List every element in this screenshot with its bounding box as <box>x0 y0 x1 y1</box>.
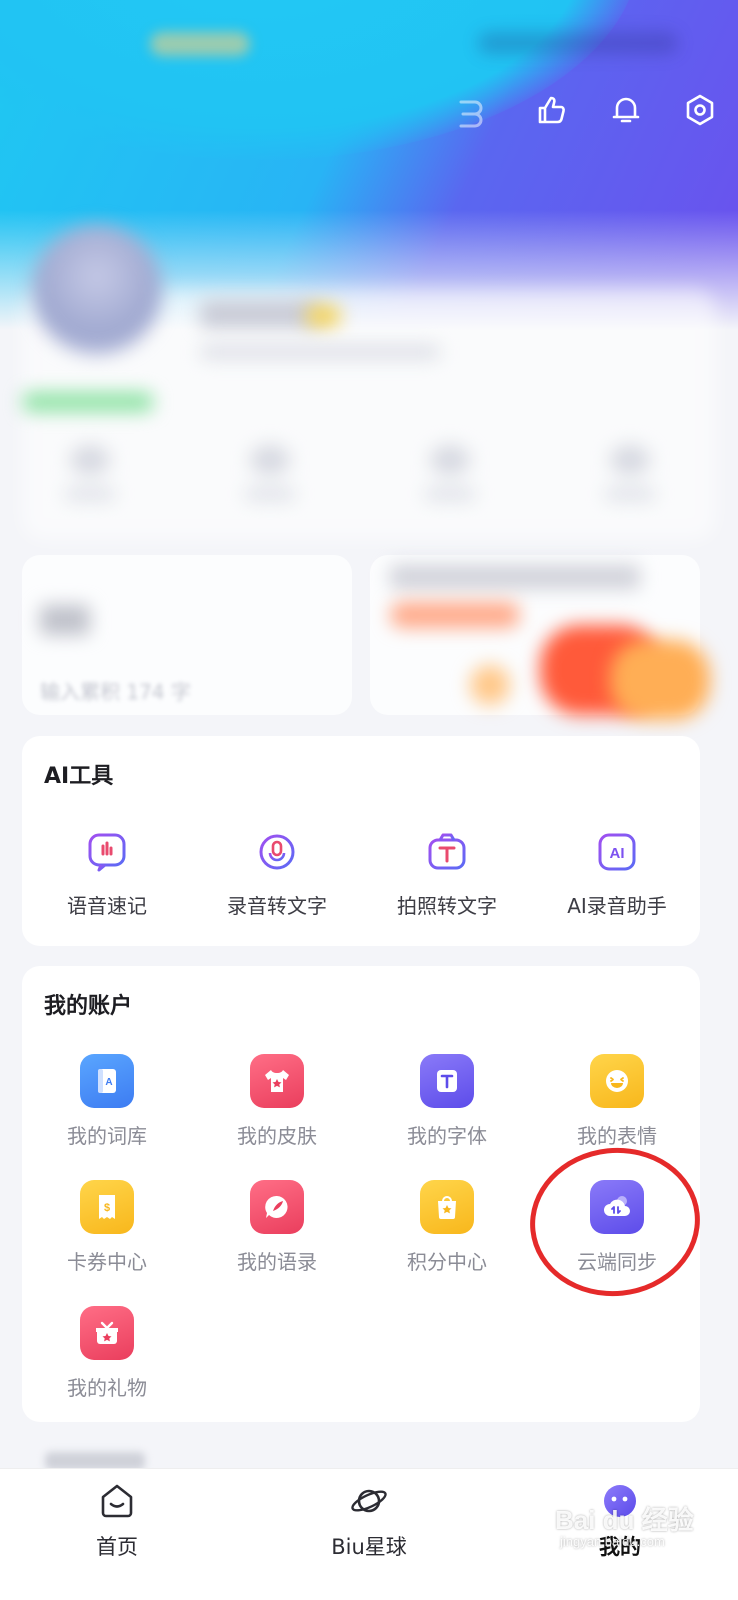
avatar[interactable] <box>32 225 162 355</box>
tool-ai-recording-assistant[interactable]: AI AI录音助手 <box>532 832 702 919</box>
svg-text:A: A <box>105 1077 112 1088</box>
settings-icon[interactable] <box>682 92 718 128</box>
ai-tools-card: AI工具 语音速记 录音转文字 拍照转文字 AI AI录音助手 <box>22 736 700 946</box>
tool-recording-to-text[interactable]: 录音转文字 <box>192 832 362 919</box>
vip-badge <box>305 305 341 327</box>
tool-label: 语音速记 <box>67 894 147 918</box>
account-item-label: 我的词库 <box>67 1124 147 1148</box>
skin-icon <box>250 1054 304 1108</box>
account-item-label: 积分中心 <box>407 1250 487 1274</box>
emoji-icon <box>590 1054 644 1108</box>
nav-biu-planet[interactable]: Biu星球 <box>309 1481 429 1561</box>
dictionary-icon: A <box>80 1054 134 1108</box>
account-item-coupon[interactable]: $ 卡券中心 <box>22 1180 192 1275</box>
svg-text:AI: AI <box>610 845 625 862</box>
recording-to-text-icon <box>257 832 297 872</box>
bell-icon[interactable] <box>608 92 644 128</box>
promo-decoration <box>610 640 710 720</box>
level-badge <box>22 392 154 412</box>
quotes-icon <box>250 1180 304 1234</box>
header-actions <box>534 92 718 128</box>
nav-label: 首页 <box>96 1535 138 1559</box>
account-item-skin[interactable]: 我的皮肤 <box>192 1054 362 1149</box>
account-item-points[interactable]: 积分中心 <box>362 1180 532 1275</box>
account-item-label: 我的礼物 <box>67 1376 147 1400</box>
ai-tools-title: AI工具 <box>44 764 114 789</box>
planet-icon <box>349 1481 389 1521</box>
tool-label: 录音转文字 <box>227 894 327 918</box>
account-item-label: 我的语录 <box>237 1250 317 1274</box>
account-item-label: 卡券中心 <box>67 1250 147 1274</box>
tool-label: AI录音助手 <box>567 894 667 918</box>
stat-item[interactable] <box>600 445 660 515</box>
points-icon <box>420 1180 474 1234</box>
gift-icon <box>80 1306 134 1360</box>
stat-item[interactable] <box>60 445 120 515</box>
faded-header-icon <box>455 96 483 134</box>
typing-stats-title <box>40 605 90 635</box>
voice-note-icon <box>87 832 127 872</box>
account-item-label: 我的表情 <box>577 1124 657 1148</box>
photo-to-text-icon <box>427 832 467 872</box>
nav-home[interactable]: 首页 <box>57 1481 177 1561</box>
account-item-emoji[interactable]: 我的表情 <box>532 1054 702 1149</box>
promo-decoration <box>470 665 510 705</box>
like-icon[interactable] <box>534 92 570 128</box>
account-item-quotes[interactable]: 我的语录 <box>192 1180 362 1275</box>
account-item-label: 我的字体 <box>407 1124 487 1148</box>
account-item-label: 我的皮肤 <box>237 1124 317 1148</box>
my-account-title: 我的账户 <box>44 994 133 1019</box>
baidu-watermark: Bai du 经验 <box>555 1505 694 1535</box>
nav-label: Biu星球 <box>331 1535 407 1559</box>
font-icon <box>420 1054 474 1108</box>
tool-label: 拍照转文字 <box>397 894 497 918</box>
account-item-dictionary[interactable]: A 我的词库 <box>22 1054 192 1149</box>
promo-banner-button[interactable] <box>390 602 520 628</box>
user-name-placeholder <box>200 300 320 328</box>
stat-item[interactable] <box>420 445 480 515</box>
home-icon <box>97 1481 137 1521</box>
account-item-gift[interactable]: 我的礼物 <box>22 1306 192 1401</box>
account-item-font[interactable]: 我的字体 <box>362 1054 532 1149</box>
user-subtitle-placeholder <box>200 345 440 359</box>
promo-banner-title <box>390 565 640 589</box>
baidu-watermark-url: jingyan.baidu.com <box>560 1534 665 1549</box>
ai-recording-assistant-icon: AI <box>597 832 637 872</box>
tool-voice-note[interactable]: 语音速记 <box>22 832 192 919</box>
tool-photo-to-text[interactable]: 拍照转文字 <box>362 832 532 919</box>
svg-text:$: $ <box>104 1202 110 1214</box>
typing-stats-text: 输入累积 174 字 <box>40 680 191 704</box>
coupon-icon: $ <box>80 1180 134 1234</box>
stat-item[interactable] <box>240 445 300 515</box>
